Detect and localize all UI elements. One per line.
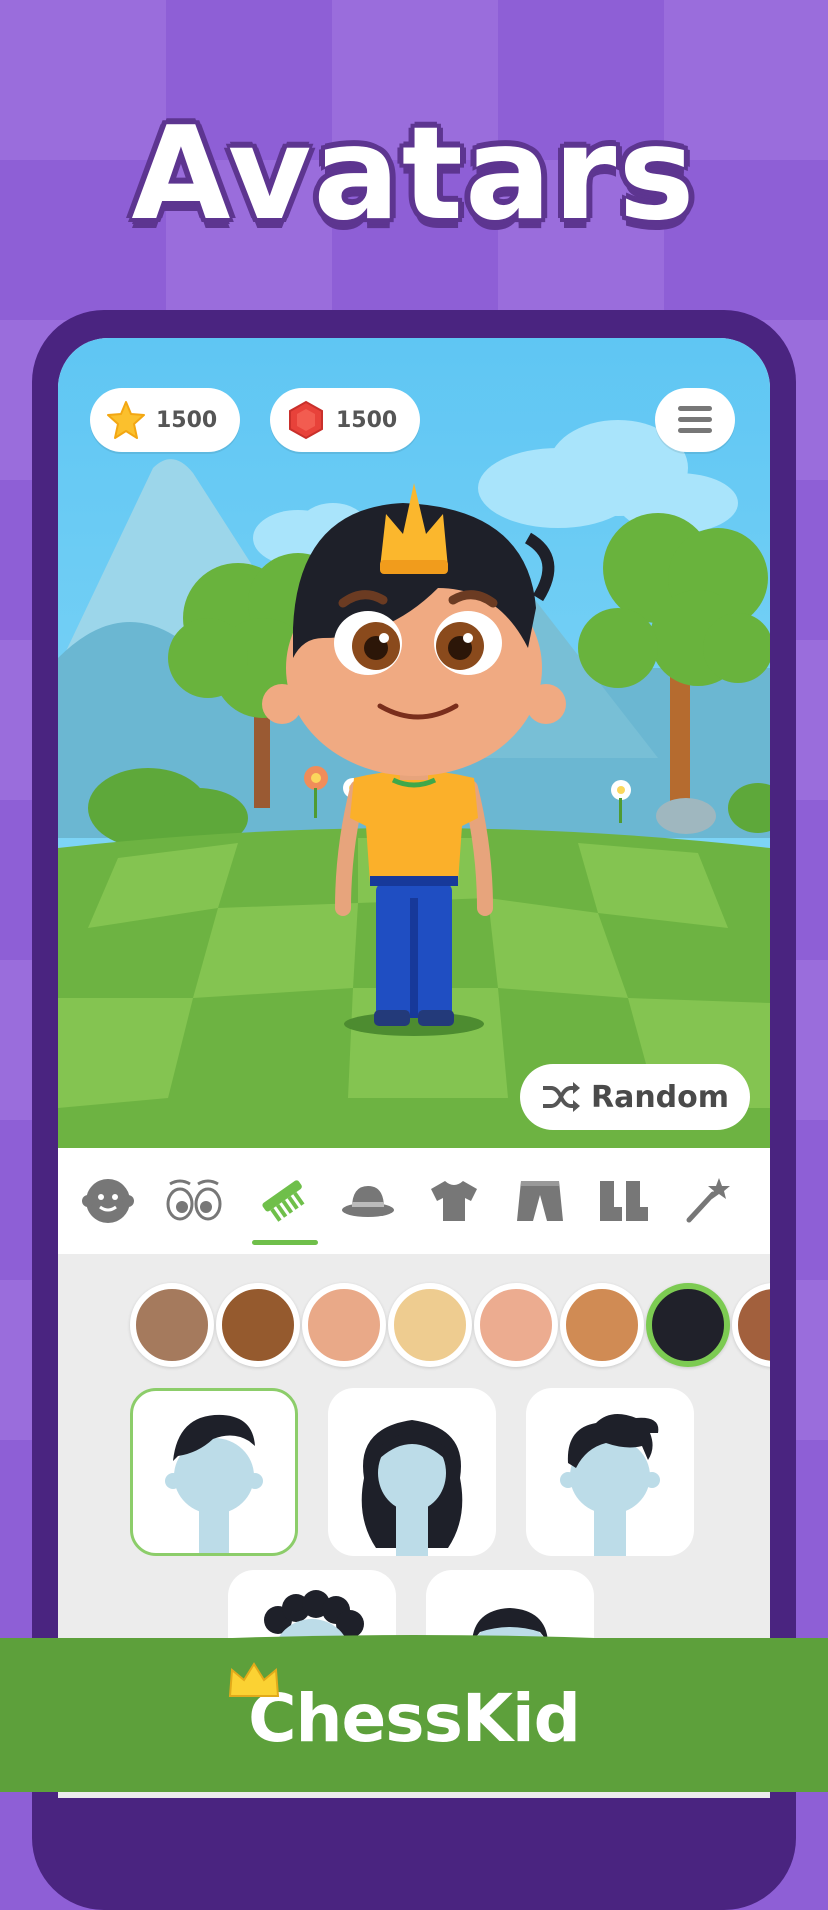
hair-style-card[interactable]	[526, 1388, 694, 1556]
tab-extras[interactable]	[678, 1170, 738, 1230]
hair-color-swatch[interactable]	[732, 1283, 770, 1367]
brand-logo: ChessKid	[248, 1680, 581, 1757]
shuffle-icon	[541, 1080, 581, 1114]
pants-icon	[517, 1181, 563, 1221]
tab-shirt[interactable]	[424, 1170, 484, 1230]
tab-face[interactable]	[78, 1170, 138, 1230]
comb-hair-icon	[262, 1180, 305, 1222]
hair-color-swatch[interactable]	[302, 1283, 386, 1367]
hair-color-swatch[interactable]	[560, 1283, 644, 1367]
star-coin-icon	[106, 400, 146, 440]
eyes-icon	[166, 1179, 222, 1221]
menu-button[interactable]	[655, 388, 735, 452]
avatar-scene	[58, 338, 770, 1148]
long-wavy-hair-icon	[361, 1420, 463, 1556]
tab-pants[interactable]	[510, 1170, 570, 1230]
tab-shoes[interactable]	[594, 1170, 654, 1230]
crown-icon	[228, 1662, 280, 1697]
category-tab-bar	[58, 1148, 770, 1254]
random-button[interactable]: Random	[520, 1064, 750, 1130]
tab-hair[interactable]	[255, 1170, 315, 1230]
gems-value: 1500	[336, 407, 398, 433]
spiky-hair-icon	[560, 1414, 660, 1556]
red-gem-icon	[286, 400, 326, 440]
hair-style-card-selected[interactable]	[130, 1388, 298, 1556]
boots-icon	[600, 1181, 648, 1221]
gems-counter[interactable]: 1500	[270, 388, 420, 452]
tab-hat[interactable]	[338, 1170, 398, 1230]
coins-counter[interactable]: 1500	[90, 388, 240, 452]
tab-eyes[interactable]	[164, 1170, 224, 1230]
app-screen: 1500 1500 Random	[58, 338, 770, 1798]
tab-selected-indicator	[252, 1240, 318, 1245]
hair-color-swatch[interactable]	[216, 1283, 300, 1367]
hat-icon	[342, 1186, 394, 1217]
hair-style-card[interactable]	[328, 1388, 496, 1556]
hair-color-swatch[interactable]	[388, 1283, 472, 1367]
hair-color-swatch[interactable]	[474, 1283, 558, 1367]
face-icon	[82, 1179, 134, 1223]
page-title: Avatars	[131, 100, 697, 249]
shirt-icon	[431, 1181, 477, 1221]
hamburger-menu-icon	[678, 406, 712, 434]
hair-color-swatch-selected[interactable]	[646, 1283, 730, 1367]
random-button-label: Random	[590, 1079, 730, 1115]
hair-color-swatch[interactable]	[130, 1283, 214, 1367]
side-swept-hair-icon	[165, 1414, 263, 1553]
magic-wand-icon	[686, 1178, 730, 1223]
coins-value: 1500	[156, 407, 218, 433]
